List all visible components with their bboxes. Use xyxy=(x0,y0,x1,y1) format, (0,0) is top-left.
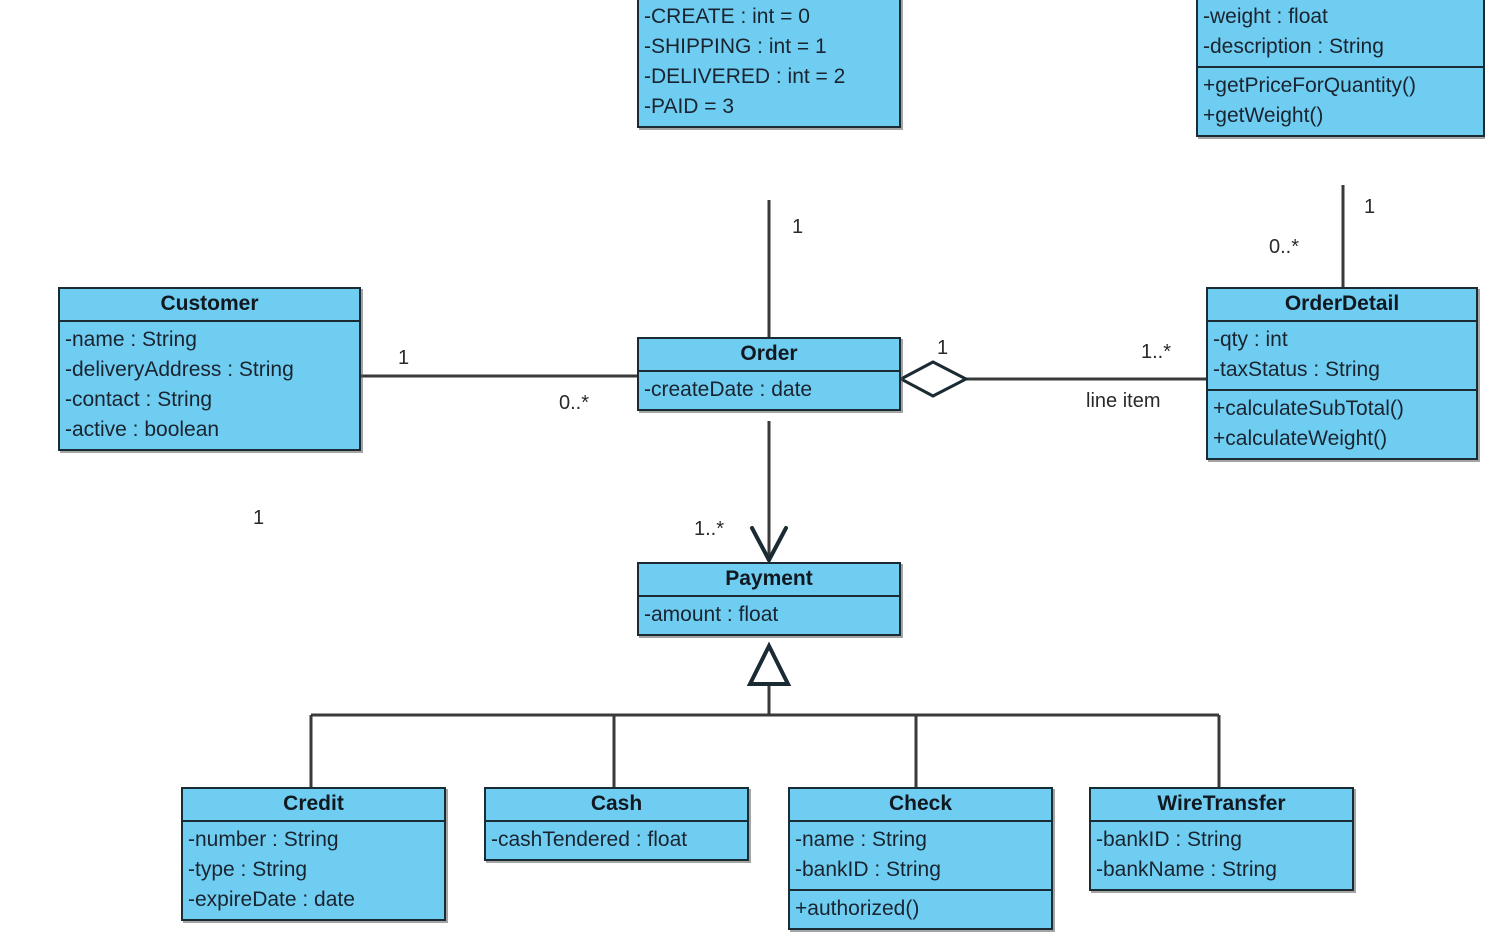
uml-diagram-canvas: 1 1 0..* 1 0..* 1 1 1..* line item 1..* … xyxy=(0,0,1485,933)
role-order-orderdetail-line-item: line item xyxy=(1086,390,1161,412)
multiplicity-order-orderdetail-left: 1 xyxy=(937,337,949,359)
attributes-compartment-orderdetail: -qty : int -taxStatus : String xyxy=(1208,322,1476,391)
attribute-row: -name : String xyxy=(65,327,197,351)
uml-class-payment[interactable]: Payment -amount : float xyxy=(637,562,901,636)
arrowhead-order-payment xyxy=(750,526,788,562)
uml-class-orderstatus[interactable]: OrderStatus -CREATE : int = 0 -SHIPPING … xyxy=(637,0,901,128)
class-title-cash: Cash xyxy=(486,789,747,822)
attribute-row: -bankID : String xyxy=(795,857,941,881)
attribute-row: -contact : String xyxy=(65,387,213,411)
attribute-row: -expireDate : date xyxy=(188,887,355,911)
operations-compartment-check: +authorized() xyxy=(790,891,1051,928)
attribute-row: -amount : float xyxy=(644,602,779,626)
attributes-compartment-wiretransfer: -bankID : String -bankName : String xyxy=(1091,822,1352,889)
multiplicity-product-orderdetail-bottom: 0..* xyxy=(1269,236,1300,258)
attributes-compartment-credit: -number : String -type : String -expireD… xyxy=(183,822,444,919)
attribute-row: -name : String xyxy=(795,827,927,851)
attributes-compartment-payment: -amount : float xyxy=(639,597,899,634)
uml-class-check[interactable]: Check -name : String -bankID : String +a… xyxy=(788,787,1053,930)
attribute-row: -description : String xyxy=(1203,34,1384,58)
attributes-compartment-check: -name : String -bankID : String xyxy=(790,822,1051,891)
class-title-payment: Payment xyxy=(639,564,899,597)
attribute-row: -type : String xyxy=(188,857,308,881)
attribute-row: -cashTendered : float xyxy=(491,827,688,851)
aggregation-diamond-order xyxy=(897,360,970,398)
attribute-row: -deliveryAddress : String xyxy=(65,357,294,381)
attribute-row: -CREATE : int = 0 xyxy=(644,4,810,28)
attribute-row: -SHIPPING : int = 1 xyxy=(644,34,827,58)
multiplicity-customer-bottom: 1 xyxy=(253,507,265,529)
multiplicity-customer-order-right: 0..* xyxy=(559,392,590,414)
attribute-row: -taxStatus : String xyxy=(1213,357,1380,381)
class-title-wiretransfer: WireTransfer xyxy=(1091,789,1352,822)
multiplicity-orderstatus-order: 1 xyxy=(792,216,804,238)
attributes-compartment-orderstatus: -CREATE : int = 0 -SHIPPING : int = 1 -D… xyxy=(639,0,899,126)
attribute-row: -qty : int xyxy=(1213,327,1288,351)
attribute-row: -bankID : String xyxy=(1096,827,1242,851)
operation-row: +getPriceForQuantity() xyxy=(1203,73,1416,97)
attribute-row: -bankName : String xyxy=(1096,857,1277,881)
attribute-row: -number : String xyxy=(188,827,339,851)
uml-class-wiretransfer[interactable]: WireTransfer -bankID : String -bankName … xyxy=(1089,787,1354,891)
operations-compartment-orderdetail: +calculateSubTotal() +calculateWeight() xyxy=(1208,391,1476,458)
uml-class-order[interactable]: Order -createDate : date xyxy=(637,337,901,411)
multiplicity-order-payment: 1..* xyxy=(694,518,725,540)
multiplicity-customer-order-left: 1 xyxy=(398,347,410,369)
multiplicity-product-orderdetail-top: 1 xyxy=(1364,196,1376,218)
attributes-compartment-product: -weight : float -description : String xyxy=(1198,0,1483,68)
attribute-row: -createDate : date xyxy=(644,377,813,401)
attribute-row: -weight : float xyxy=(1203,4,1328,28)
attributes-compartment-customer: -name : String -deliveryAddress : String… xyxy=(60,322,359,449)
class-title-check: Check xyxy=(790,789,1051,822)
class-title-orderdetail: OrderDetail xyxy=(1208,289,1476,322)
attribute-row: -PAID = 3 xyxy=(644,94,735,118)
operation-row: +getWeight() xyxy=(1203,103,1324,127)
generalization-arrowhead-payment xyxy=(746,641,792,686)
operations-compartment-product: +getPriceForQuantity() +getWeight() xyxy=(1198,68,1483,135)
class-title-credit: Credit xyxy=(183,789,444,822)
multiplicity-order-orderdetail-right: 1..* xyxy=(1141,341,1172,363)
attribute-row: -DELIVERED : int = 2 xyxy=(644,64,846,88)
operation-row: +calculateSubTotal() xyxy=(1213,396,1404,420)
attributes-compartment-cash: -cashTendered : float xyxy=(486,822,747,859)
operation-row: +calculateWeight() xyxy=(1213,426,1388,450)
attributes-compartment-order: -createDate : date xyxy=(639,372,899,409)
attribute-row: -active : boolean xyxy=(65,417,220,441)
uml-class-credit[interactable]: Credit -number : String -type : String -… xyxy=(181,787,446,921)
uml-class-orderdetail[interactable]: OrderDetail -qty : int -taxStatus : Stri… xyxy=(1206,287,1478,460)
class-title-order: Order xyxy=(639,339,899,372)
operation-row: +authorized() xyxy=(795,896,920,920)
uml-class-customer[interactable]: Customer -name : String -deliveryAddress… xyxy=(58,287,361,451)
uml-class-product[interactable]: Product -weight : float -description : S… xyxy=(1196,0,1485,137)
class-title-customer: Customer xyxy=(60,289,359,322)
uml-class-cash[interactable]: Cash -cashTendered : float xyxy=(484,787,749,861)
